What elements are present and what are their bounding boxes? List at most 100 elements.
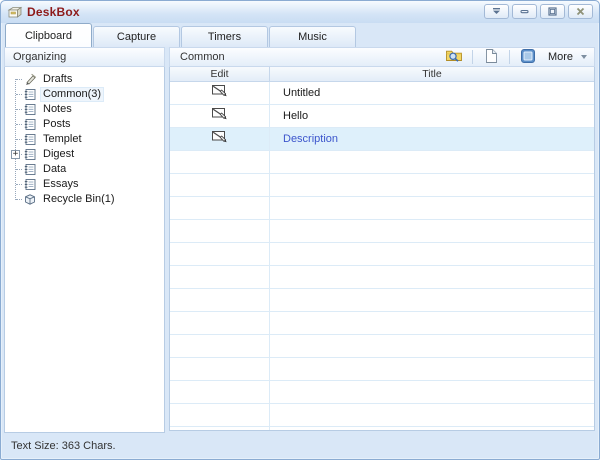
empty-edit-cell [170, 289, 270, 311]
clip-list-panel: Edit Title UntitledHelloDescription [169, 67, 595, 431]
sidebar-header-label: Organizing [13, 51, 66, 63]
sidebar-item-label: Drafts [41, 73, 74, 86]
clip-row-description[interactable]: Description [170, 128, 594, 151]
sidebar-item-label: Notes [41, 103, 74, 116]
minimize-icon [520, 4, 529, 19]
empty-edit-cell [170, 174, 270, 196]
empty-title-cell [270, 381, 594, 403]
app-window: DeskBox Clip [0, 0, 600, 460]
search-folder-button[interactable] [443, 48, 465, 66]
window-title: DeskBox [27, 5, 80, 19]
sidebar-item-common-3[interactable]: Common(3) [5, 87, 164, 102]
empty-edit-cell [170, 266, 270, 288]
empty-edit-cell [170, 197, 270, 219]
new-document-icon [484, 48, 498, 67]
sidebar-item-essays[interactable]: Essays [5, 177, 164, 192]
maximize-button[interactable] [540, 4, 565, 19]
notebook-icon [23, 133, 37, 146]
edit-cell[interactable] [170, 105, 270, 127]
new-document-button[interactable] [480, 48, 502, 66]
empty-title-cell [270, 289, 594, 311]
sidebar-item-recycle-bin-1[interactable]: Recycle Bin(1) [5, 192, 164, 207]
sidebar-item-digest[interactable]: + Digest [5, 147, 164, 162]
empty-edit-cell [170, 358, 270, 380]
table-header: Edit Title [170, 67, 594, 82]
edit-cell[interactable] [170, 128, 270, 150]
sidebar-item-label: Recycle Bin(1) [41, 193, 117, 206]
clip-row-untitled[interactable]: Untitled [170, 82, 594, 105]
sidebar-item-posts[interactable]: Posts [5, 117, 164, 132]
sidebar-item-notes[interactable]: Notes [5, 102, 164, 117]
main-header: Common More [169, 47, 595, 67]
notebook-icon [23, 118, 37, 131]
empty-title-cell [270, 197, 594, 219]
sidebar-item-drafts[interactable]: Drafts [5, 72, 164, 87]
expand-plus-icon[interactable]: + [11, 150, 20, 159]
dropdown-arrow-icon [581, 55, 587, 59]
empty-row [170, 243, 594, 266]
empty-edit-cell [170, 404, 270, 426]
edit-cell[interactable] [170, 82, 270, 104]
sidebar-item-label: Templet [41, 133, 84, 146]
sidebar-item-label: Posts [41, 118, 73, 131]
sidebar-item-label: Essays [41, 178, 80, 191]
sidebar-header: Organizing [4, 47, 165, 67]
edit-icon[interactable] [211, 83, 228, 103]
pen-icon [23, 73, 37, 86]
empty-edit-cell [170, 243, 270, 265]
search-folder-icon [445, 48, 463, 66]
notebook-icon [23, 178, 37, 191]
empty-title-cell [270, 220, 594, 242]
empty-row [170, 289, 594, 312]
chevron-down-icon [492, 4, 501, 19]
empty-edit-cell [170, 381, 270, 403]
blue-button-button[interactable] [517, 48, 539, 66]
title-cell[interactable]: Hello [270, 105, 594, 127]
empty-title-cell [270, 266, 594, 288]
empty-row [170, 381, 594, 404]
column-header-edit[interactable]: Edit [170, 67, 270, 81]
empty-row [170, 404, 594, 427]
rollup-button[interactable] [484, 4, 509, 19]
tab-timers[interactable]: Timers [181, 26, 268, 47]
empty-title-cell [270, 358, 594, 380]
edit-icon[interactable] [211, 129, 228, 149]
sidebar-item-templet[interactable]: Templet [5, 132, 164, 147]
column-header-title[interactable]: Title [270, 67, 594, 81]
app-logo-icon [7, 6, 23, 19]
empty-edit-cell [170, 312, 270, 334]
sidebar-item-data[interactable]: Data [5, 162, 164, 177]
window-controls [484, 4, 593, 19]
tab-clipboard[interactable]: Clipboard [5, 23, 92, 47]
minimize-button[interactable] [512, 4, 537, 19]
sidebar-item-label: Digest [41, 148, 76, 161]
group-label: Common [180, 51, 225, 63]
folder-tree: Drafts Common(3) Notes Posts Templet + Digest D… [5, 67, 164, 207]
empty-row [170, 358, 594, 381]
toolbar: More [443, 48, 589, 66]
empty-edit-cell [170, 427, 270, 430]
empty-row [170, 174, 594, 197]
tab-capture[interactable]: Capture [93, 26, 180, 47]
title-bar: DeskBox [1, 1, 599, 23]
sidebar-item-label: Common(3) [41, 88, 103, 101]
toolbar-separator [472, 50, 473, 64]
title-cell[interactable]: Untitled [270, 82, 594, 104]
empty-title-cell [270, 151, 594, 173]
empty-title-cell [270, 335, 594, 357]
close-button[interactable] [568, 4, 593, 19]
empty-title-cell [270, 174, 594, 196]
title-cell[interactable]: Description [270, 128, 594, 150]
clip-row-hello[interactable]: Hello [170, 105, 594, 128]
notebook-icon [23, 88, 37, 101]
blue-button-icon [520, 48, 536, 67]
sidebar-item-label: Data [41, 163, 68, 176]
empty-row [170, 266, 594, 289]
tab-music[interactable]: Music [269, 26, 356, 47]
recycle-bin-icon [23, 193, 37, 206]
empty-edit-cell [170, 220, 270, 242]
more-button[interactable]: More [546, 51, 589, 63]
empty-title-cell [270, 427, 594, 430]
edit-icon[interactable] [211, 106, 228, 126]
sidebar-panel: Drafts Common(3) Notes Posts Templet + Digest D… [4, 67, 165, 433]
